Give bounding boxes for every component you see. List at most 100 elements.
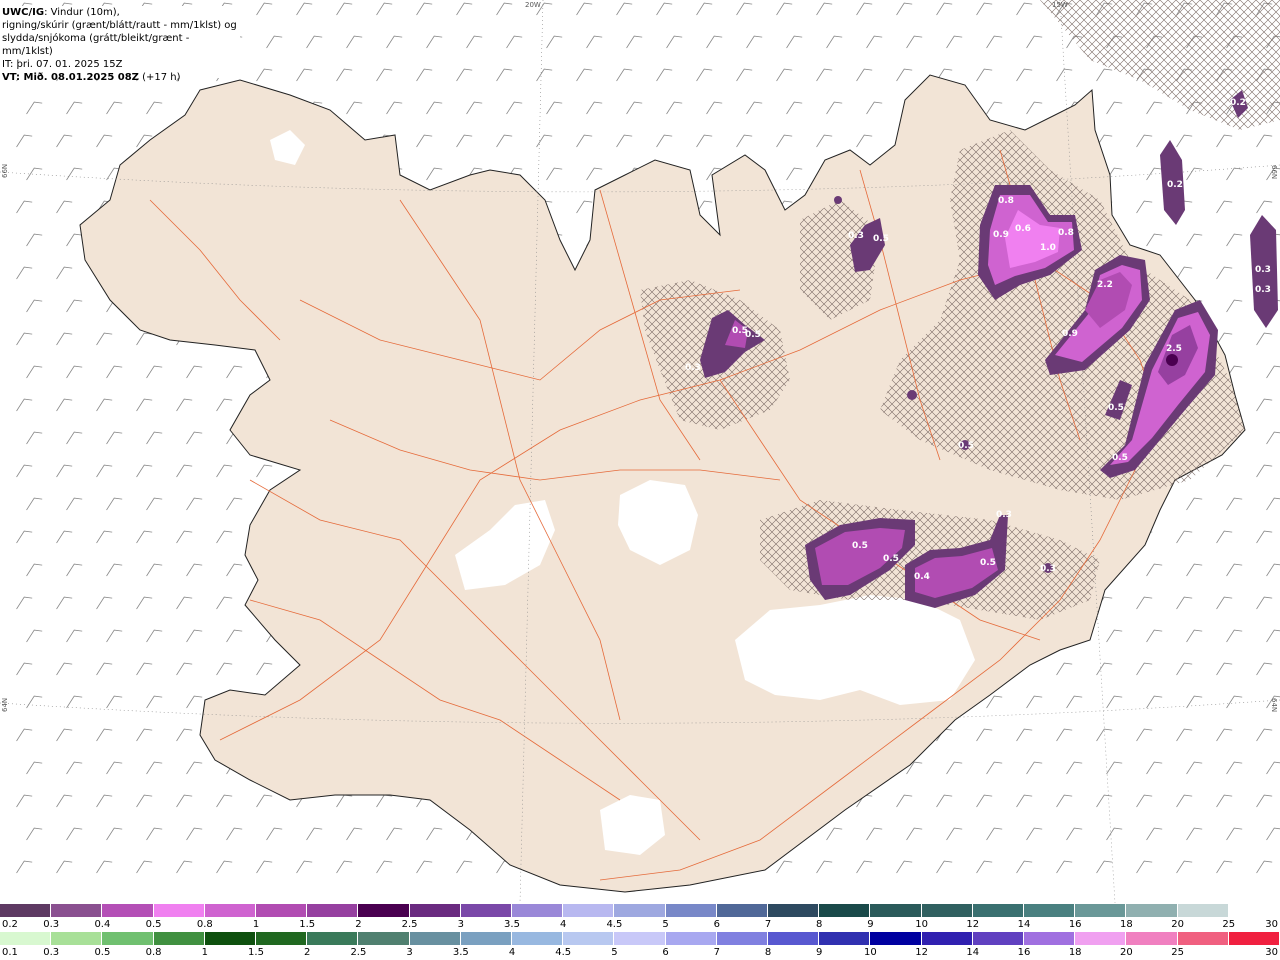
precip-label: 0.5 (1108, 403, 1124, 413)
precip-label: 0.6 (1015, 224, 1031, 234)
scale-tick-label: 30 (1265, 947, 1278, 958)
scale-swatch (512, 904, 564, 917)
scale-tick-label: 30 (1265, 919, 1278, 930)
scale-tick-label: 6 (662, 947, 669, 958)
scale-swatch (870, 932, 922, 945)
scale-tick-label: 1.5 (299, 919, 316, 930)
scale-swatch (563, 932, 615, 945)
scale-tick-label: 0.8 (196, 919, 213, 930)
precip-label: 0.4 (914, 572, 930, 582)
scale-swatch (665, 932, 717, 945)
scale-tick-label: 3.5 (504, 919, 520, 930)
scale-tick-label: 2.5 (401, 919, 418, 930)
scale-tick-label: 25 (1222, 919, 1236, 930)
scale-swatch (51, 904, 103, 917)
scale-tick-label: 9 (867, 919, 874, 930)
precip-label: 0.2 (1230, 98, 1246, 108)
scale-tick-label: 8 (816, 919, 823, 930)
scale-swatch (1024, 904, 1076, 917)
scale-swatch (921, 932, 973, 945)
snow-color-scale (0, 904, 1280, 917)
scale-swatch (0, 932, 52, 945)
precip-label: 0.5 (873, 234, 889, 244)
scale-tick-label: 12 (915, 947, 928, 958)
scale-tick-label: 3.5 (452, 947, 469, 958)
scale-swatch (51, 932, 103, 945)
scale-swatch (1126, 904, 1178, 917)
precip-label: 0.3 (1255, 285, 1271, 295)
scale-tick-label: 14 (966, 947, 980, 958)
forecast-hour: (+17 h) (138, 72, 181, 83)
rain-color-scale (0, 932, 1280, 945)
scale-swatch (153, 904, 205, 917)
scale-tick-label: 0.8 (145, 947, 162, 958)
precip-label: 0.5 (852, 541, 868, 551)
precip-label: 2.2 (1097, 280, 1113, 290)
scale-tick-label: 18 (1068, 947, 1082, 958)
scale-tick-label: 0.4 (94, 919, 111, 930)
precip-label: 0.8 (1058, 228, 1074, 238)
precip-label: 0.9 (993, 230, 1009, 240)
scale-swatch (1024, 932, 1076, 945)
scale-swatch (204, 904, 257, 917)
scale-swatch (1075, 932, 1127, 945)
scale-tick-label: 0.5 (145, 919, 162, 930)
scale-swatch (256, 932, 308, 945)
precip-label: 0.5 (958, 441, 974, 451)
scale-tick-label: 10 (864, 947, 877, 958)
precip-label: 2.5 (1166, 344, 1182, 354)
scale-tick-label: 18 (1120, 919, 1133, 930)
scale-tick-label: 25 (1171, 947, 1184, 958)
precip-label: 0.5 (980, 558, 996, 568)
scale-swatch (972, 904, 1025, 917)
scale-swatch (1126, 932, 1178, 945)
valid-time: VT: Mið. 08.01.2025 08Z (2, 72, 139, 83)
scale-swatch (460, 932, 513, 945)
scale-swatch (716, 932, 769, 945)
scale-swatch (716, 904, 769, 917)
forecast-map: 0.8 0.9 0.6 0.8 1.0 2.2 0.9 2.5 0.5 0.5 … (0, 0, 1280, 903)
scale-tick-label: 1 (201, 947, 208, 958)
title-line-2: rigning/skúrir (grænt/blátt/rautt - mm/1… (2, 20, 237, 31)
scale-swatch (358, 932, 410, 945)
scale-tick-label: 2 (355, 919, 362, 930)
lat-label-left-64n: 64N (1, 698, 9, 712)
scale-tick-label: 5 (611, 947, 618, 958)
scale-tick-label: 20 (1120, 947, 1133, 958)
scale-tick-label: 0.3 (43, 947, 60, 958)
scale-swatch (1177, 932, 1229, 945)
scale-swatch (921, 904, 973, 917)
scale-swatch (102, 932, 154, 945)
scale-swatch (409, 932, 461, 945)
scale-tick-label: 1 (252, 919, 260, 930)
scale-swatch (665, 904, 717, 917)
scale-tick-label: 20 (1171, 919, 1184, 930)
scale-swatch (358, 904, 410, 917)
scale-tick-label: 7 (713, 947, 720, 958)
scale-swatch (768, 932, 820, 945)
lon-label-15w: 15W (1052, 1, 1068, 9)
scale-swatch (1228, 904, 1280, 917)
scale-tick-label: 0.2 (2, 919, 18, 930)
scale-tick-label: 2.5 (350, 947, 367, 958)
scale-tick-label: 0.1 (2, 947, 18, 958)
scale-tick-label: 14 (1017, 919, 1031, 930)
scale-swatch (614, 904, 666, 917)
scale-tick-label: 4.5 (606, 919, 623, 930)
scale-swatch (102, 904, 154, 917)
scale-swatch (819, 932, 871, 945)
scale-tick-label: 4 (508, 947, 516, 958)
scale-tick-label: 7 (764, 919, 772, 930)
scale-tick-label: 8 (764, 947, 772, 958)
scale-swatch (307, 904, 359, 917)
scale-tick-label: 5 (662, 919, 669, 930)
precip-label: 0.9 (1062, 329, 1078, 339)
scale-swatch (307, 932, 359, 945)
precip-label: 0.3 (1040, 564, 1056, 574)
scale-tick-label: 3 (457, 919, 464, 930)
scale-swatch (563, 904, 615, 917)
scale-swatch (153, 932, 205, 945)
scale-tick-label: 16 (1068, 919, 1082, 930)
scale-tick-label: 16 (1017, 947, 1031, 958)
precip-label: 0.3 (1255, 265, 1271, 275)
